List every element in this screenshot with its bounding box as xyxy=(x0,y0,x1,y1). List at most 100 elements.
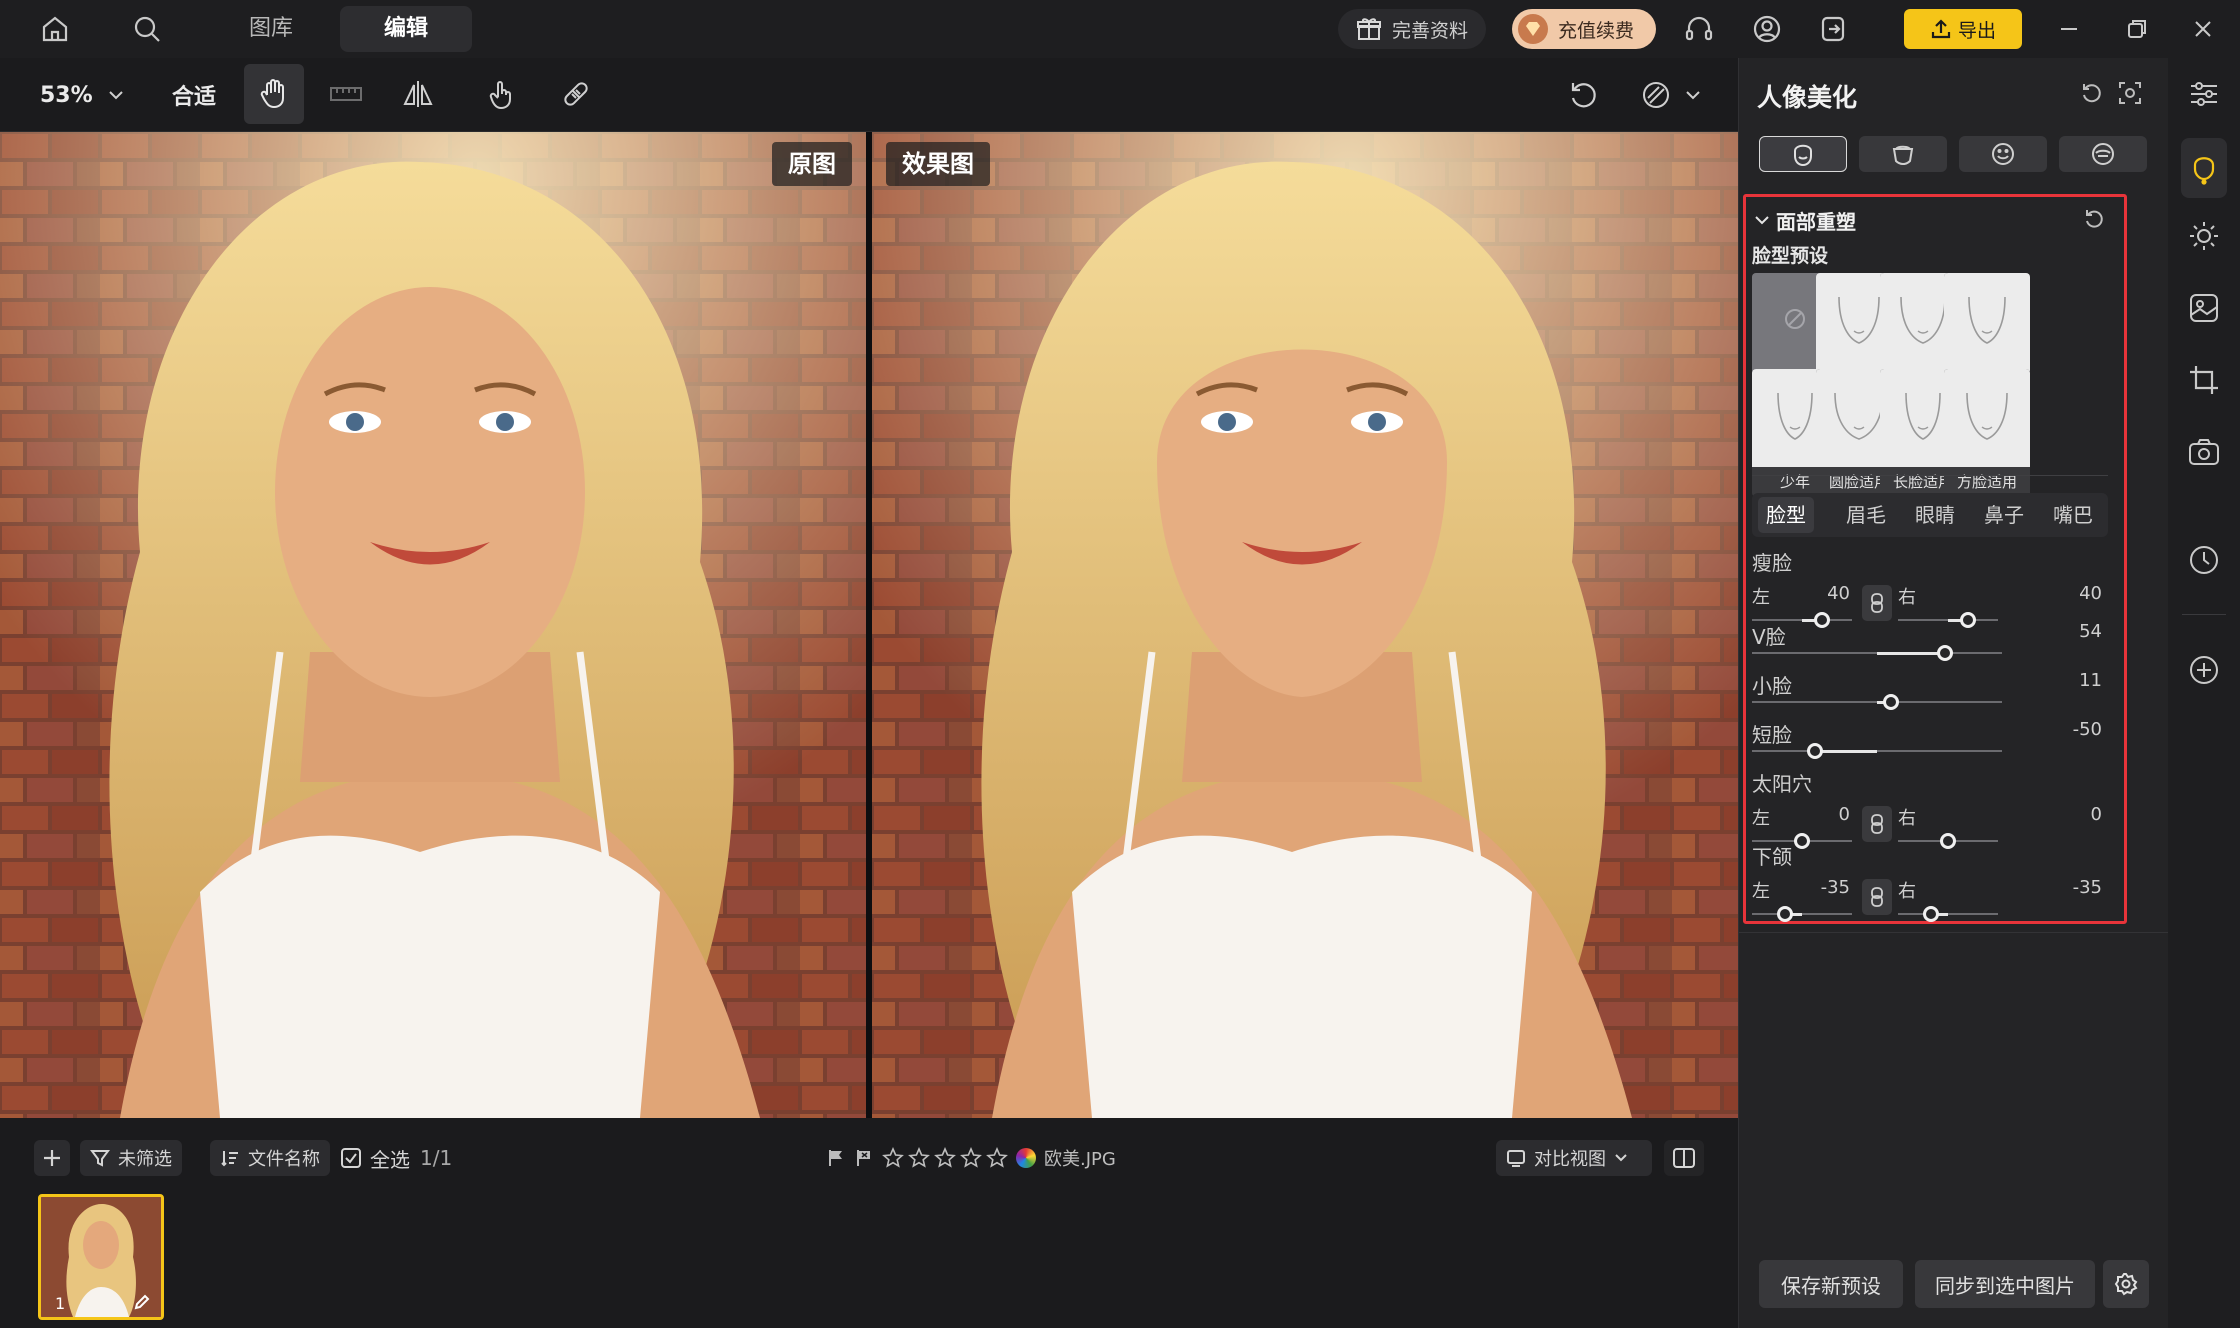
vface-value: 54 xyxy=(2079,621,2102,642)
short-track[interactable] xyxy=(1752,750,2002,752)
reject-flag-icon[interactable] xyxy=(854,1148,874,1168)
bandage-icon[interactable] xyxy=(556,74,596,114)
zoom-select[interactable]: 53% xyxy=(40,74,125,116)
recharge-button[interactable]: 充值续费 xyxy=(1512,9,1656,49)
overlay-compare-button[interactable] xyxy=(1634,74,1706,116)
feature-tab[interactable]: 眉毛 xyxy=(1838,497,1894,533)
chevron-down-icon xyxy=(1685,90,1701,100)
divider xyxy=(1739,932,2169,933)
temple-right-label: 右 xyxy=(1898,808,1916,829)
select-all-checkbox[interactable]: 全选 1/1 xyxy=(340,1140,452,1176)
adjust-sliders-icon[interactable] xyxy=(2182,72,2226,116)
star-icon[interactable] xyxy=(882,1147,904,1169)
feature-tab[interactable]: 嘴巴 xyxy=(2045,497,2101,533)
star-rating[interactable] xyxy=(882,1147,1008,1169)
slim-link-icon[interactable] xyxy=(1862,585,1892,621)
jaw-right-handle[interactable] xyxy=(1922,906,1939,922)
feature-tab[interactable]: 脸型 xyxy=(1758,497,1814,533)
image-adjust-icon[interactable] xyxy=(2182,286,2226,330)
filter-icon xyxy=(90,1148,110,1168)
feature-tab[interactable]: 眼睛 xyxy=(1907,497,1963,533)
touch-icon[interactable] xyxy=(482,74,522,114)
complete-profile-button[interactable]: 完善资料 xyxy=(1338,9,1486,49)
minimize-icon[interactable] xyxy=(2050,10,2088,48)
tab-face-reshape[interactable] xyxy=(1759,136,1847,172)
save-preset-button[interactable]: 保存新预设 xyxy=(1759,1260,1903,1308)
compare-view-select[interactable]: 对比视图 xyxy=(1496,1140,1652,1176)
compare-view-label: 对比视图 xyxy=(1534,1149,1606,1170)
light-icon[interactable] xyxy=(2182,214,2226,258)
slim-right-handle[interactable] xyxy=(1960,612,1976,628)
search-icon[interactable] xyxy=(128,10,166,48)
hand-tool-button[interactable] xyxy=(244,64,304,124)
section-header[interactable]: 面部重塑 xyxy=(1754,205,1856,235)
star-icon[interactable] xyxy=(986,1147,1008,1169)
history-icon[interactable] xyxy=(2182,538,2226,582)
temple-right-handle[interactable] xyxy=(1940,833,1956,849)
chevron-down-icon xyxy=(1614,1153,1628,1163)
panel-reset-icon[interactable] xyxy=(2079,80,2105,106)
temple-left-label: 左 xyxy=(1752,808,1770,829)
home-icon[interactable] xyxy=(36,10,74,48)
flip-icon[interactable] xyxy=(398,74,438,114)
chevron-down-icon xyxy=(1754,214,1770,226)
short-handle[interactable] xyxy=(1806,743,1823,759)
filmstrip-bar: 未筛选 文件名称 全选 1/1 欧美.JPG 对比视图 1 xyxy=(0,1118,1738,1328)
jaw-left-handle[interactable] xyxy=(1776,906,1793,922)
fit-button[interactable]: 合适 xyxy=(172,74,216,116)
image-canvas[interactable]: 原图 效果图 xyxy=(0,132,1738,1118)
jaw-right-value: -35 xyxy=(2072,877,2102,898)
split-view-button[interactable] xyxy=(1664,1140,1704,1176)
jaw-right-track[interactable] xyxy=(1898,913,1998,915)
slim-left-handle[interactable] xyxy=(1814,612,1830,628)
tab-skin[interactable] xyxy=(1859,136,1947,172)
add-circle-icon[interactable] xyxy=(2182,648,2226,692)
camera-icon[interactable] xyxy=(2182,430,2226,474)
ruler-icon[interactable] xyxy=(326,74,366,114)
editor-toolbar: 53% 合适 xyxy=(0,58,1738,132)
thumbnail[interactable]: 1 xyxy=(38,1194,164,1320)
compare-view-icon xyxy=(1506,1148,1526,1168)
temple-left-handle[interactable] xyxy=(1794,833,1810,849)
jaw-left-track[interactable] xyxy=(1752,913,1852,915)
reset-icon[interactable] xyxy=(1562,74,1604,116)
tab-makeup[interactable] xyxy=(2059,136,2147,172)
export-button[interactable]: 导出 xyxy=(1904,9,2022,49)
star-icon[interactable] xyxy=(960,1147,982,1169)
logout-icon[interactable] xyxy=(1814,10,1852,48)
crop-icon[interactable] xyxy=(2182,358,2226,402)
temple-right-value: 0 xyxy=(2090,804,2102,825)
small-label: 小脸 xyxy=(1752,674,1792,698)
color-wheel-icon[interactable] xyxy=(1016,1148,1036,1168)
preset-card[interactable]: 方脸适用 xyxy=(1944,369,2030,497)
star-icon[interactable] xyxy=(908,1147,930,1169)
face-scan-icon[interactable] xyxy=(2117,80,2143,106)
headset-icon[interactable] xyxy=(1680,10,1718,48)
restore-icon[interactable] xyxy=(2118,10,2156,48)
export-icon xyxy=(1930,18,1952,40)
tab-library[interactable]: 图库 xyxy=(232,6,310,52)
original-label: 原图 xyxy=(772,142,852,186)
user-icon[interactable] xyxy=(1748,10,1786,48)
section-reset-icon[interactable] xyxy=(2082,207,2106,231)
tab-edit[interactable]: 编辑 xyxy=(340,6,472,52)
sort-button[interactable]: 文件名称 xyxy=(210,1140,330,1176)
sort-icon xyxy=(220,1148,240,1168)
portrait-tool-icon[interactable] xyxy=(2181,138,2227,198)
sync-button[interactable]: 同步到选中图片 xyxy=(1915,1260,2095,1308)
settings-button[interactable] xyxy=(2103,1260,2149,1308)
temple-link-icon[interactable] xyxy=(1862,806,1892,842)
flag-icon[interactable] xyxy=(826,1148,846,1168)
tab-expression[interactable] xyxy=(1959,136,2047,172)
jaw-link-icon[interactable] xyxy=(1862,879,1892,915)
star-icon[interactable] xyxy=(934,1147,956,1169)
add-button[interactable] xyxy=(34,1140,70,1176)
close-icon[interactable] xyxy=(2184,10,2222,48)
filter-button[interactable]: 未筛选 xyxy=(80,1140,182,1176)
recharge-label: 充值续费 xyxy=(1558,19,1635,42)
jaw-left-label: 左 xyxy=(1752,881,1770,902)
vface-handle[interactable] xyxy=(1936,645,1953,661)
short-value: -50 xyxy=(2072,719,2102,740)
feature-tab[interactable]: 鼻子 xyxy=(1976,497,2032,533)
small-handle[interactable] xyxy=(1882,694,1899,710)
